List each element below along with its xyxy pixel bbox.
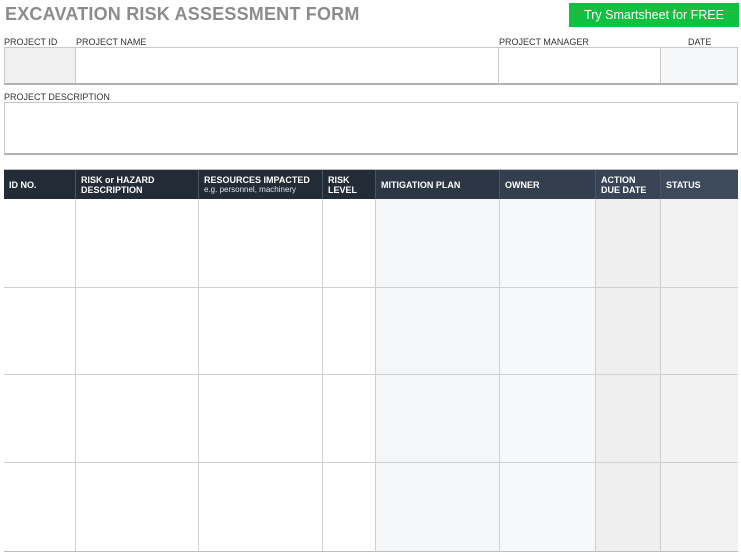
try-smartsheet-button[interactable]: Try Smartsheet for FREE xyxy=(569,3,739,27)
col-header-owner-text: OWNER xyxy=(505,179,540,190)
col-header-mitigation: MITIGATION PLAN xyxy=(376,170,500,199)
col-header-risk-level-line2: LEVEL xyxy=(328,184,358,195)
col-header-resources-text: RESOURCES IMPACTED xyxy=(204,174,310,185)
col-header-resources: RESOURCES IMPACTED e.g. personnel, machi… xyxy=(199,170,323,199)
col-header-mitigation-text: MITIGATION PLAN xyxy=(381,179,461,190)
col-header-id-text: ID NO. xyxy=(9,179,37,190)
col-header-risk-line2: DESCRIPTION xyxy=(81,184,143,195)
col-header-owner: OWNER xyxy=(500,170,596,199)
project-id-label: PROJECT ID xyxy=(4,37,58,47)
project-manager-label: PROJECT MANAGER xyxy=(499,37,589,47)
project-description-label: PROJECT DESCRIPTION xyxy=(4,92,110,102)
project-description-field[interactable] xyxy=(4,102,738,155)
col-header-resources-sub: e.g. personnel, machinery xyxy=(204,184,297,194)
project-name-field[interactable] xyxy=(75,47,499,85)
col-header-risk-description: RISK or HAZARD DESCRIPTION xyxy=(76,170,199,199)
col-header-due-date-line2: DUE DATE xyxy=(601,184,647,195)
project-id-field[interactable] xyxy=(4,47,76,85)
table-row[interactable] xyxy=(4,288,738,374)
col-header-status-text: STATUS xyxy=(666,179,701,190)
col-header-due-date-line1: ACTION xyxy=(601,174,636,185)
col-header-risk-level-line1: RISK xyxy=(328,174,350,185)
date-label: DATE xyxy=(688,37,712,47)
project-name-label: PROJECT NAME xyxy=(76,37,147,47)
col-header-due-date: ACTION DUE DATE xyxy=(596,170,661,199)
project-manager-field[interactable] xyxy=(498,47,661,85)
page-title: EXCAVATION RISK ASSESSMENT FORM xyxy=(5,4,360,24)
table-row[interactable] xyxy=(4,199,738,287)
col-header-status: STATUS xyxy=(661,170,738,199)
col-header-id: ID NO. xyxy=(4,170,76,199)
date-field[interactable] xyxy=(660,47,738,85)
table-row[interactable] xyxy=(4,375,738,462)
col-header-risk-line1: RISK or HAZARD xyxy=(81,174,155,185)
col-header-risk-level: RISK LEVEL xyxy=(323,170,376,199)
table-row[interactable] xyxy=(4,463,738,551)
